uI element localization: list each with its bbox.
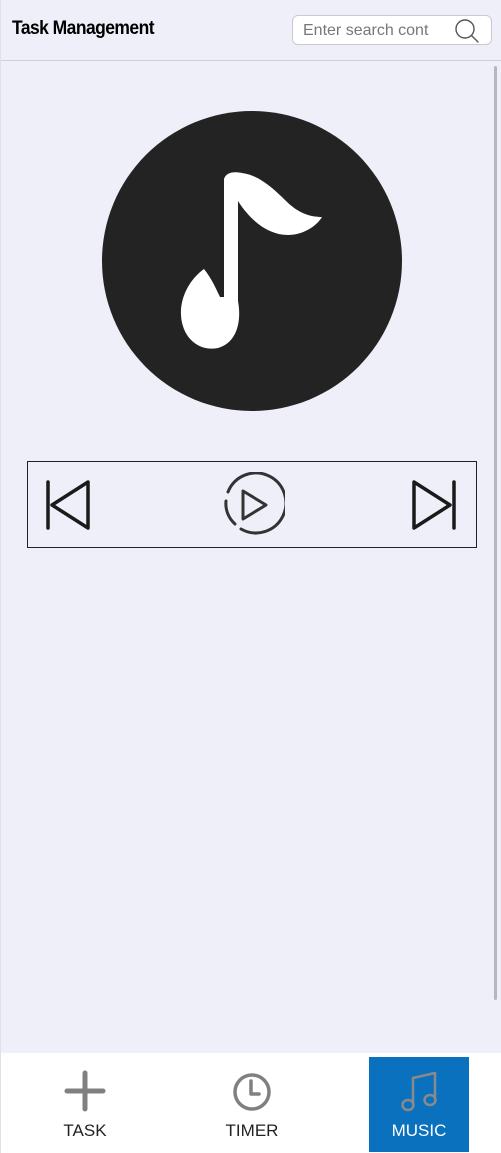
app-root: Task Management Enter search cont TASK T… [0, 0, 501, 1153]
search-icon[interactable] [453, 18, 481, 44]
header: Task Management [1, 0, 501, 61]
nav-label-timer: TIMER [225, 1121, 279, 1140]
play-icon[interactable] [219, 472, 285, 538]
search-box[interactable] [292, 15, 492, 45]
nav-tab-task[interactable]: TASK [35, 1057, 135, 1152]
clock-icon [233, 1073, 271, 1111]
scrollbar[interactable] [494, 66, 497, 1000]
bottom-nav: TASK TIMER MUSIC [1, 1053, 501, 1153]
player-controls [27, 461, 477, 548]
plus-icon [64, 1070, 106, 1112]
music-note-icon [401, 1071, 437, 1112]
previous-track-icon[interactable] [44, 478, 94, 532]
nav-tab-timer[interactable]: TIMER [202, 1057, 302, 1152]
album-art-music-note-icon [102, 111, 402, 411]
nav-label-task: TASK [63, 1121, 107, 1140]
next-track-icon[interactable] [408, 478, 458, 532]
nav-tab-music[interactable]: MUSIC [369, 1057, 469, 1152]
app-title: Task Management [12, 18, 155, 39]
search-input[interactable] [303, 20, 453, 42]
nav-label-music: MUSIC [391, 1121, 447, 1140]
